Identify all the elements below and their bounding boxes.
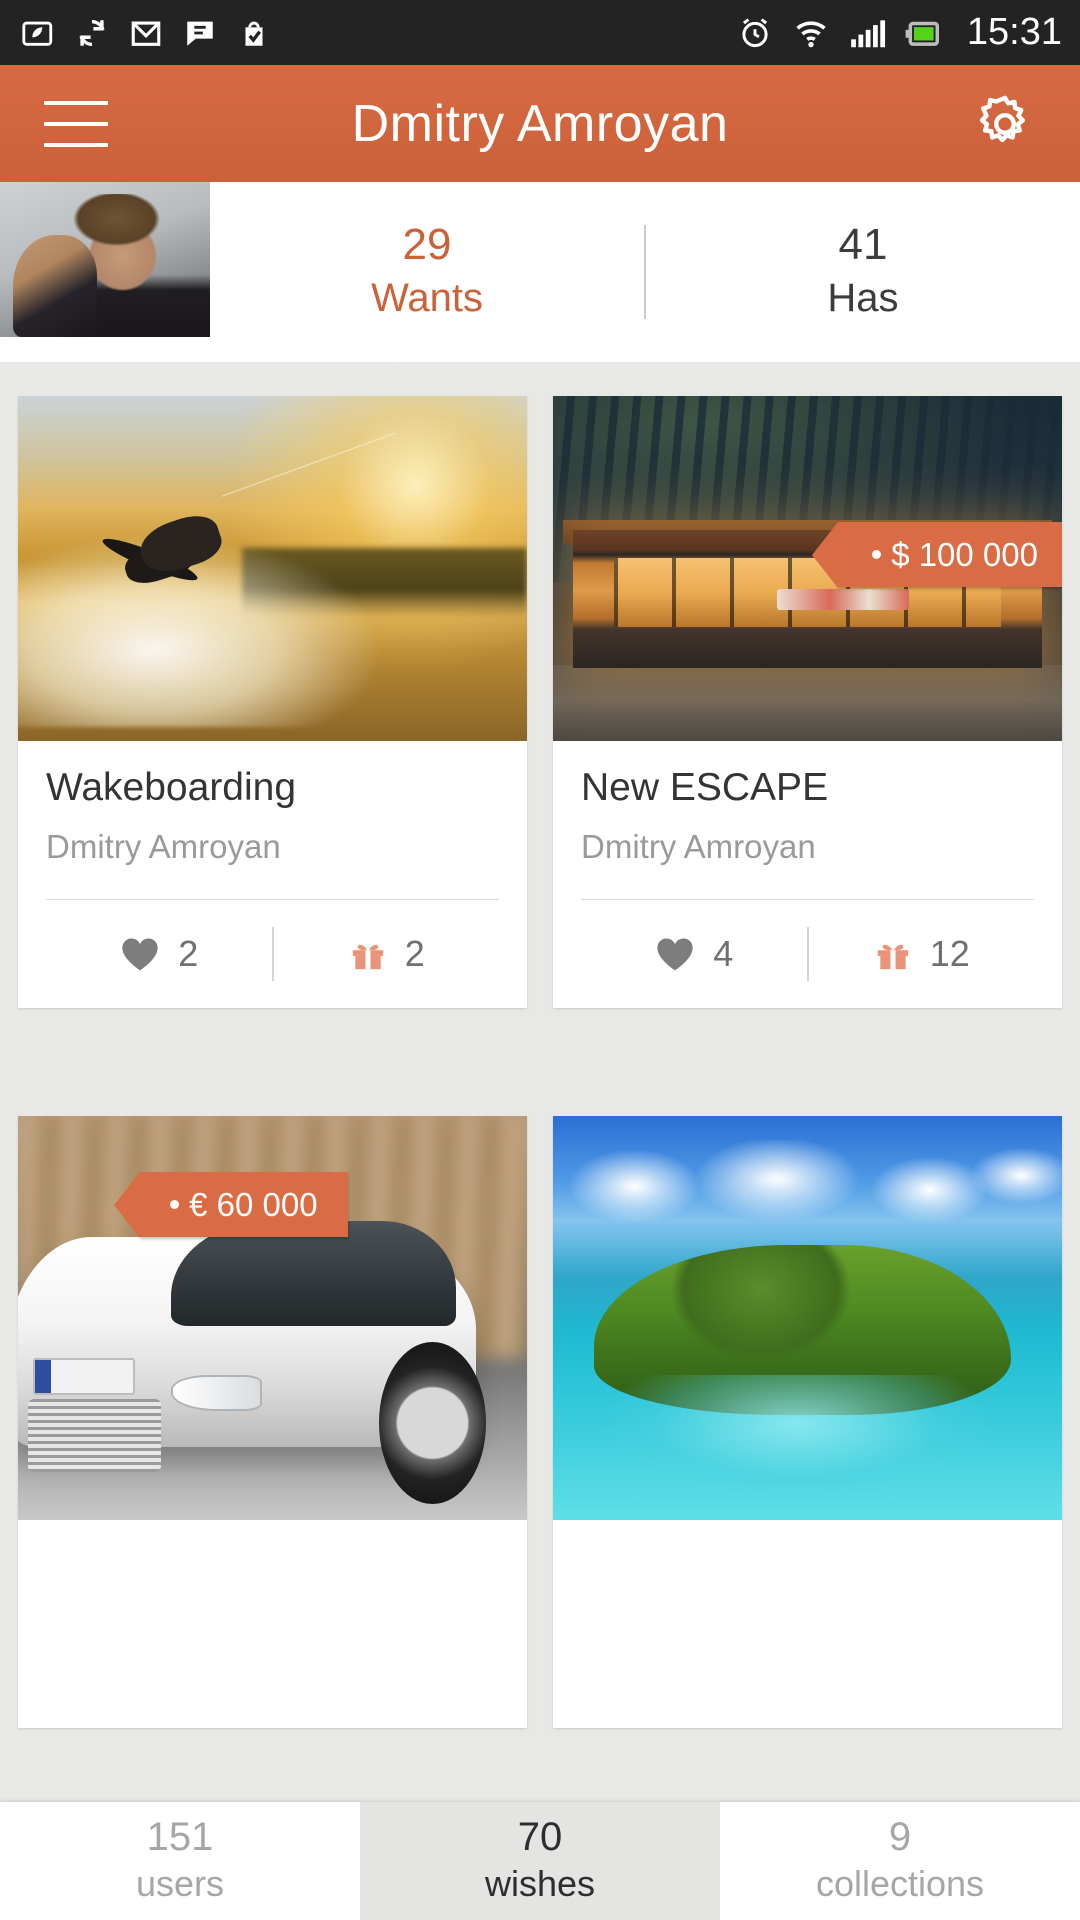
gift-count: 12	[929, 933, 970, 974]
bottom-nav-wishes[interactable]: 70 wishes	[360, 1802, 720, 1920]
photo-detail	[221, 396, 395, 534]
gift-stat[interactable]: 12	[809, 933, 1035, 975]
white-audi-car-photo[interactable]: € 60 000	[18, 1116, 527, 1520]
tab-has-label: Has	[827, 276, 899, 321]
gift-count: 2	[404, 933, 425, 974]
status-bar-clock: 15:31	[966, 11, 1062, 53]
collections-label: collections	[815, 1863, 985, 1905]
price-tag-badge: $ 100 000	[812, 522, 1062, 588]
photo-detail	[553, 664, 1062, 741]
card-stats: 2 2	[46, 900, 499, 1008]
card-title: Wakeboarding	[46, 766, 297, 809]
photo-detail	[33, 1358, 136, 1395]
bottom-nav-bar: 151 users 70 wishes 9 collections	[0, 1802, 1080, 1920]
photo-detail	[18, 533, 385, 728]
bottom-nav-collections[interactable]: 9 collections	[720, 1802, 1080, 1920]
card-stats: 4 12	[581, 900, 1034, 1008]
battery-saver-icon	[18, 13, 58, 53]
wish-card-grid: Wakeboarding Dmitry Amroyan 2 2 $ 100 00…	[0, 362, 1080, 1802]
like-count: 4	[713, 933, 734, 974]
wishes-count: 70	[517, 1815, 563, 1860]
photo-detail	[170, 1374, 263, 1411]
tab-has[interactable]: 41 Has	[646, 182, 1080, 362]
tropical-island-photo[interactable]	[553, 1116, 1062, 1520]
price-tag-hole	[872, 550, 882, 559]
photo-detail	[28, 1398, 161, 1472]
gift-icon	[873, 935, 913, 973]
status-bar-notification-icons	[18, 13, 274, 53]
tab-wants-label: Wants	[371, 276, 483, 321]
app-bar: Dmitry Amroyan	[0, 65, 1080, 182]
status-bar-system-icons: 15:31	[735, 11, 1062, 54]
profile-tabs: 29 Wants 41 Has	[210, 182, 1080, 384]
like-count: 2	[178, 933, 199, 974]
gift-icon	[348, 935, 388, 973]
wish-card[interactable]: € 60 000	[18, 1116, 527, 1728]
page-title: Dmitry Amroyan	[351, 94, 729, 153]
profile-stats-bar: 29 Wants 41 Has	[0, 182, 1080, 384]
wishes-label: wishes	[484, 1863, 596, 1905]
gear-icon[interactable]	[974, 93, 1036, 155]
card-title: New ESCAPE	[581, 766, 829, 809]
bottom-nav-users[interactable]: 151 users	[0, 1802, 360, 1920]
wakeboarding-photo[interactable]	[18, 396, 527, 741]
heart-icon	[654, 935, 696, 973]
messages-icon	[180, 13, 220, 53]
price-tag-badge: € 60 000	[114, 1172, 348, 1238]
gmail-icon	[126, 13, 166, 53]
avatar[interactable]	[0, 182, 210, 337]
alarm-icon	[735, 13, 775, 53]
gift-stat[interactable]: 2	[274, 933, 500, 975]
status-bar: 15:31	[0, 0, 1080, 65]
wish-card[interactable]: $ 100 000 New ESCAPE Dmitry Amroyan 4 12	[553, 396, 1062, 1008]
card-author: Dmitry Amroyan	[581, 828, 816, 865]
tasks-checkmark-icon	[234, 13, 274, 53]
tab-has-count: 41	[838, 219, 888, 269]
wish-card[interactable]: Wakeboarding Dmitry Amroyan 2 2	[18, 396, 527, 1008]
card-body	[553, 1520, 1062, 1728]
tab-wants[interactable]: 29 Wants	[210, 182, 644, 384]
signal-icon	[847, 13, 887, 53]
users-label: users	[135, 1863, 225, 1905]
battery-icon	[903, 13, 943, 53]
heart-icon	[119, 935, 161, 973]
photo-detail	[379, 1342, 487, 1504]
like-stat[interactable]: 2	[46, 933, 272, 975]
price-tag-label: € 60 000	[189, 1186, 318, 1223]
photo-detail	[776, 589, 910, 610]
avatar-arm	[12, 234, 97, 337]
price-tag-label: $ 100 000	[891, 536, 1038, 573]
card-body	[18, 1520, 527, 1728]
card-author: Dmitry Amroyan	[46, 828, 281, 865]
card-body: Wakeboarding Dmitry Amroyan 2 2	[18, 741, 527, 1008]
photo-detail	[553, 1140, 1062, 1230]
photo-detail	[563, 1374, 1052, 1496]
wifi-icon	[791, 13, 831, 53]
tab-wants-count: 29	[402, 219, 452, 269]
sync-icon	[72, 13, 112, 53]
like-stat[interactable]: 4	[581, 933, 807, 975]
cabin-house-photo[interactable]: $ 100 000	[553, 396, 1062, 741]
hamburger-menu-icon[interactable]	[44, 100, 108, 147]
card-body: New ESCAPE Dmitry Amroyan 4 12	[553, 741, 1062, 1008]
users-count: 151	[146, 1815, 214, 1860]
collections-count: 9	[888, 1815, 912, 1860]
wish-card[interactable]	[553, 1116, 1062, 1728]
price-tag-hole	[170, 1200, 180, 1209]
